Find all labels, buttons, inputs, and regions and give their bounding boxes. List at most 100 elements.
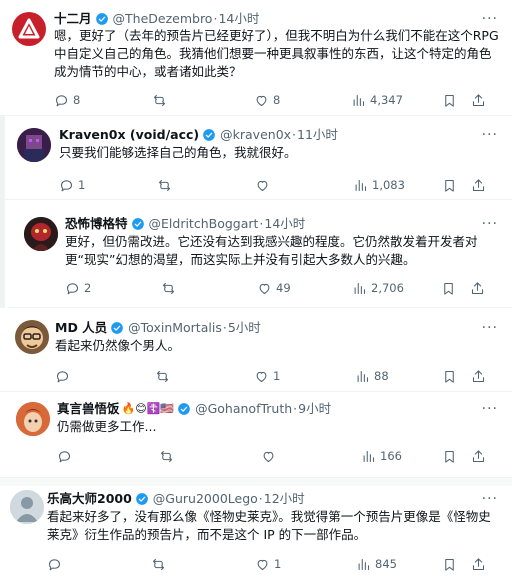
thread-inset-bar xyxy=(0,200,5,308)
display-name[interactable]: 乐高大师2000 xyxy=(47,491,132,507)
more-options-icon[interactable]: ··· xyxy=(482,12,498,26)
share-icon[interactable] xyxy=(471,93,486,108)
bookmark-icon[interactable] xyxy=(442,93,457,108)
avatar[interactable] xyxy=(17,128,51,162)
heart-icon xyxy=(256,371,267,382)
avatar[interactable] xyxy=(16,402,50,436)
reply-icon xyxy=(66,282,79,294)
bookmark-icon[interactable] xyxy=(442,557,457,572)
tweet[interactable]: 十二月 @TheDezembro · 14小时 ··· 嗯，更好了（去年的预告片… xyxy=(0,0,512,116)
reply-count: 8 xyxy=(73,93,81,107)
tweet-text: 仍需做更多工作... xyxy=(57,419,157,434)
bookmark-icon[interactable] xyxy=(441,281,456,296)
timestamp[interactable]: 12小时 xyxy=(264,491,305,507)
more-options-icon[interactable]: ··· xyxy=(482,217,498,231)
views-button[interactable]: 1,083 xyxy=(353,176,405,194)
bar-chart-icon xyxy=(357,370,369,382)
reply-button[interactable]: 1 xyxy=(59,176,85,194)
like-button[interactable]: 8 xyxy=(254,91,280,109)
retweet-icon xyxy=(153,94,166,106)
tweet[interactable]: Kraven0x (void/acc) @kraven0x · 11小时 ···… xyxy=(0,116,512,200)
tweet[interactable]: MD 人员 @ToxinMortalis · 5小时 ··· 看起来仍然像个男人… xyxy=(0,310,512,392)
display-name[interactable]: Kraven0x (void/acc) xyxy=(59,127,199,143)
avatar[interactable] xyxy=(12,12,46,46)
user-handle[interactable]: @EldritchBoggart xyxy=(149,216,259,232)
views-button[interactable]: 4,347 xyxy=(351,91,403,109)
view-count: 88 xyxy=(374,369,389,383)
share-icon[interactable] xyxy=(471,178,486,193)
retweet-button[interactable] xyxy=(155,367,170,385)
avatar[interactable] xyxy=(10,490,44,524)
reply-button[interactable] xyxy=(47,555,66,573)
retweet-button[interactable] xyxy=(161,279,176,297)
timestamp[interactable]: 5小时 xyxy=(228,320,261,336)
bar-chart-icon xyxy=(355,179,367,191)
reply-icon xyxy=(58,450,71,462)
bookmark-icon[interactable] xyxy=(442,369,457,384)
pixel-character-avatar-icon xyxy=(17,128,51,162)
retweet-button[interactable] xyxy=(159,447,174,465)
tweet[interactable]: 真言兽悟饭 🔥😊☦️🇺🇸 @GohanofTruth · 9小时 ··· 仍需做… xyxy=(0,392,512,478)
user-handle[interactable]: @kraven0x xyxy=(220,127,291,143)
avatar[interactable] xyxy=(15,320,49,354)
default-user-avatar-icon xyxy=(10,490,44,524)
more-options-icon[interactable]: ··· xyxy=(482,321,498,335)
tweet-text: 看起来好多了，没有那么像《怪物史莱克》。我觉得第一个预告片更像是《怪物史莱克》衍… xyxy=(47,509,491,542)
retweet-button[interactable] xyxy=(151,555,166,573)
user-handle[interactable]: @GohanofTruth xyxy=(195,401,292,417)
view-count: 166 xyxy=(380,449,402,463)
share-icon[interactable] xyxy=(471,449,486,464)
timestamp[interactable]: 9小时 xyxy=(298,401,331,417)
tweet-text: 只要我们能够选择自己的角色，我就很好。 xyxy=(59,145,297,160)
share-icon[interactable] xyxy=(471,369,486,384)
retweet-icon xyxy=(156,370,169,382)
reply-button[interactable]: 8 xyxy=(54,91,80,109)
user-handle[interactable]: @TheDezembro xyxy=(113,11,213,27)
views-button[interactable]: 2,706 xyxy=(352,279,404,297)
verified-badge-icon xyxy=(178,403,190,415)
bar-chart-icon xyxy=(354,282,366,294)
like-button[interactable] xyxy=(261,447,280,465)
user-handle[interactable]: @ToxinMortalis xyxy=(128,320,222,336)
timestamp[interactable]: 14小时 xyxy=(218,11,259,27)
more-options-icon[interactable]: ··· xyxy=(482,402,498,416)
like-count: 1 xyxy=(273,369,281,383)
reply-button[interactable]: 2 xyxy=(65,279,91,297)
heart-icon xyxy=(257,180,268,191)
reply-button[interactable] xyxy=(55,367,74,385)
retweet-icon xyxy=(160,450,173,462)
name-emojis: 🔥😊☦️🇺🇸 xyxy=(121,402,175,415)
display-name[interactable]: 恐怖博格特 xyxy=(65,216,128,232)
like-button[interactable]: 1 xyxy=(254,367,280,385)
more-options-icon[interactable]: ··· xyxy=(482,128,498,142)
display-name[interactable]: MD 人员 xyxy=(55,320,107,336)
tweet[interactable]: 恐怖博格特 @EldritchBoggart · 14小时 ··· 更好，但仍需… xyxy=(8,208,512,308)
like-button[interactable]: 49 xyxy=(257,279,291,297)
like-count: 8 xyxy=(273,93,281,107)
views-button[interactable]: 88 xyxy=(355,367,389,385)
retweet-button[interactable] xyxy=(152,91,167,109)
display-name[interactable]: 真言兽悟饭 xyxy=(57,401,120,417)
timestamp[interactable]: 11小时 xyxy=(297,127,338,143)
avatar[interactable] xyxy=(24,217,58,251)
share-icon[interactable] xyxy=(471,557,486,572)
timestamp[interactable]: 14小时 xyxy=(264,216,305,232)
tweet-text: 看起来仍然像个男人。 xyxy=(55,338,181,353)
retweet-button[interactable] xyxy=(157,176,172,194)
tweet-text: 嗯，更好了（去年的预告片已经更好了），但我不明白为什么我们不能在这个RPG 中自… xyxy=(54,28,499,79)
bookmark-icon[interactable] xyxy=(442,178,457,193)
views-button[interactable]: 845 xyxy=(356,555,397,573)
share-icon[interactable] xyxy=(470,281,485,296)
bookmark-icon[interactable] xyxy=(442,449,457,464)
like-button[interactable] xyxy=(255,176,274,194)
like-button[interactable]: 1 xyxy=(255,555,281,573)
user-handle[interactable]: @Guru2000Lego xyxy=(153,491,258,507)
views-button[interactable]: 166 xyxy=(361,447,402,465)
like-count: 1 xyxy=(274,557,282,571)
verified-badge-icon xyxy=(111,322,124,334)
display-name[interactable]: 十二月 xyxy=(54,11,92,27)
more-options-icon[interactable]: ··· xyxy=(482,492,498,506)
tweet[interactable]: 乐高大师2000 @Guru2000Lego · 12小时 ··· 看起来好多了… xyxy=(0,486,512,588)
red-triangle-logo-icon xyxy=(18,18,40,39)
reply-button[interactable] xyxy=(57,447,76,465)
